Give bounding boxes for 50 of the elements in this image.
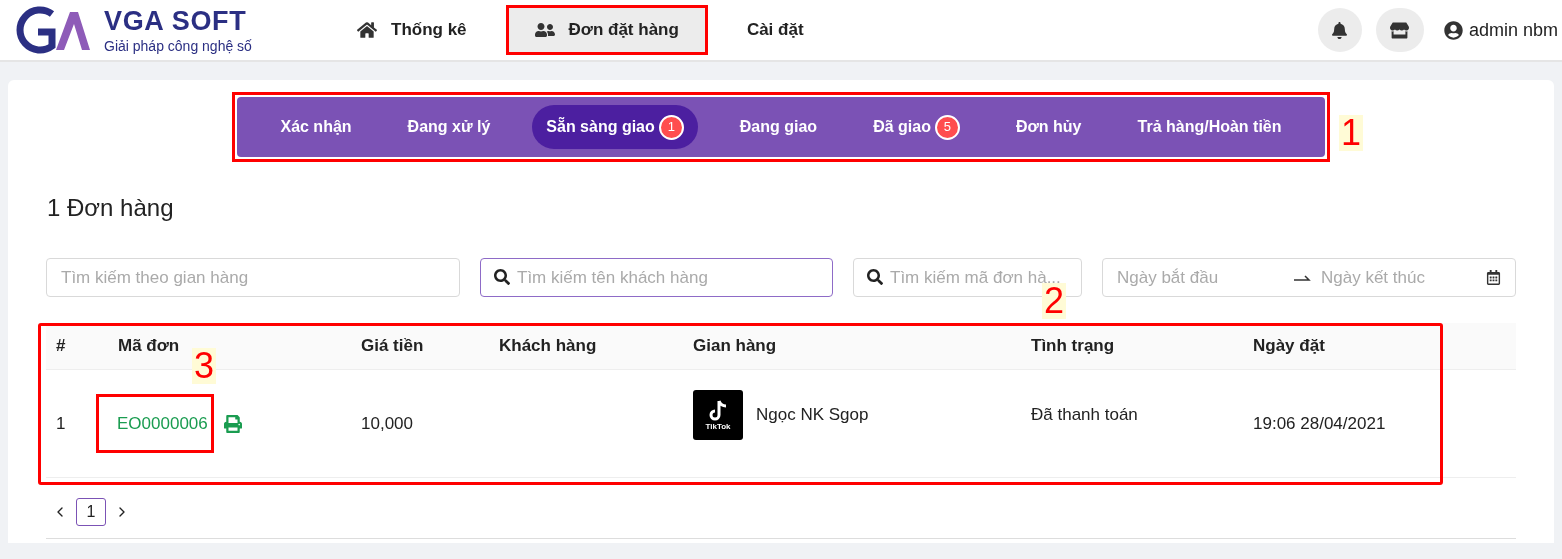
count-badge: 5 <box>934 114 960 140</box>
nav-tab[interactable]: Cài đặt <box>717 5 833 55</box>
column-header: Tình trạng <box>1031 335 1116 358</box>
notifications-button[interactable] <box>1317 8 1362 52</box>
calendar-icon <box>1486 270 1501 285</box>
store-button[interactable] <box>1375 8 1424 52</box>
date-range-field[interactable]: Ngày bắt đầu Ngày kết thúc <box>1102 258 1516 297</box>
table-cell-text: Ngọc NK Sgop <box>756 403 869 426</box>
column-header: Mã đơn <box>118 335 181 358</box>
status-tab[interactable]: Trả hàng/Hoàn tiền <box>1123 105 1296 149</box>
annotation-number: 1 <box>1338 115 1363 151</box>
table-cell-text: Đã thanh toán <box>1031 403 1139 426</box>
annotation-number: 3 <box>192 347 217 384</box>
bell-icon <box>1331 21 1349 39</box>
home-icon <box>357 20 377 40</box>
store-icon <box>1390 20 1410 40</box>
users-icon <box>534 20 555 40</box>
status-tab[interactable]: Sẵn sàng giao 1 <box>532 105 698 149</box>
search-field[interactable]: Tìm kiếm tên khách hàng <box>480 258 833 297</box>
column-header: Khách hàng <box>499 335 598 358</box>
user-menu[interactable]: admin nbm <box>1443 16 1558 44</box>
order-code-link[interactable]: EO0000006 <box>96 393 214 454</box>
brand-name: VGA SOFT <box>104 7 248 35</box>
start-date-field[interactable]: Ngày bắt đầu <box>1117 264 1283 291</box>
status-tab[interactable]: Xác nhận <box>266 105 366 149</box>
nav-tab[interactable]: Thống kê <box>328 5 496 55</box>
brand-tagline: Giải pháp công nghệ số <box>104 38 252 53</box>
logo-text: TikTok <box>705 422 731 431</box>
status-tab[interactable]: Đang giao <box>725 105 832 149</box>
column-header: Giá tiền <box>361 335 425 358</box>
column-header: Ngày đặt <box>1253 335 1326 358</box>
annotation-number: 2 <box>1042 283 1067 319</box>
print-icon[interactable] <box>223 414 242 433</box>
orders-heading: 1 Đơn hàng <box>47 193 175 223</box>
status-tab[interactable]: Đã giao 5 <box>859 105 974 149</box>
search-icon <box>494 269 510 285</box>
count-badge: 1 <box>658 114 684 140</box>
table-cell-text: 19:06 28/04/2021 <box>1253 412 1387 435</box>
nav-tab[interactable]: Đơn đặt hàng <box>505 5 708 55</box>
user-icon <box>1443 20 1463 40</box>
search-icon <box>867 269 883 285</box>
status-tab[interactable]: Đơn hủy <box>1001 105 1096 149</box>
column-header: Gian hàng <box>693 335 778 358</box>
status-tab[interactable]: Đang xử lý <box>393 105 505 149</box>
page-button[interactable]: 1 <box>76 498 106 526</box>
table-cell-text: 1 <box>55 412 67 435</box>
table-cell-text: 10,000 <box>361 412 414 435</box>
column-header: # <box>55 335 67 358</box>
note-icon <box>707 398 729 423</box>
end-date-field[interactable]: Ngày kết thúc <box>1321 264 1481 291</box>
